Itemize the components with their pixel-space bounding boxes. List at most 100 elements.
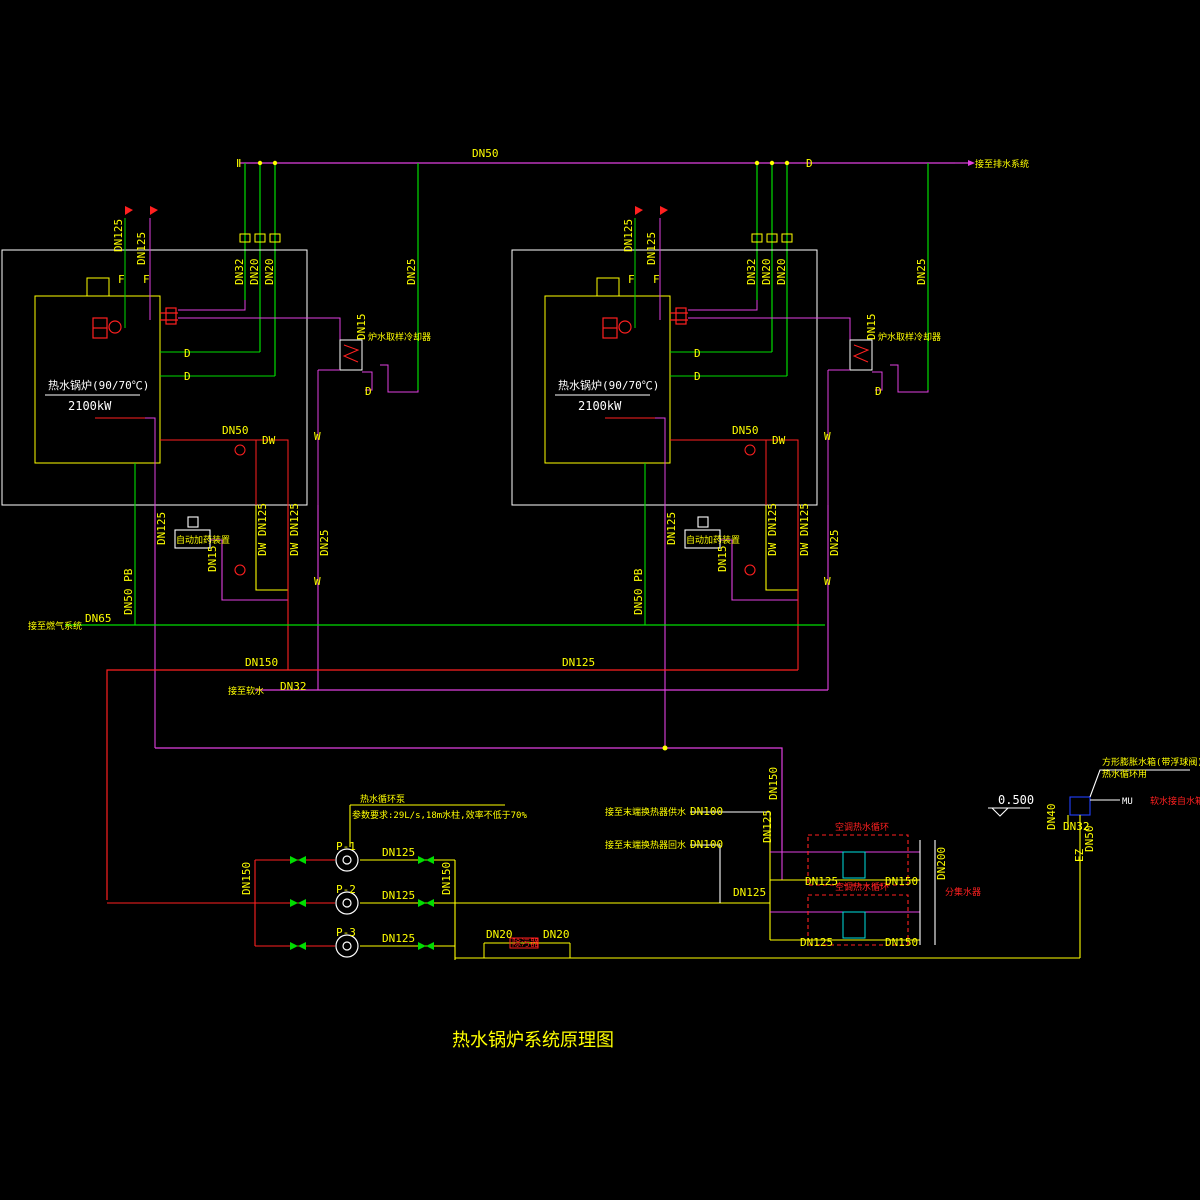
left-below-w: W <box>314 575 321 588</box>
junction-dot <box>662 745 668 751</box>
tank-mu: MU <box>1122 797 1133 807</box>
left-dn20-a: DN20 <box>248 259 261 286</box>
pumps-title: 热水循环泵 <box>360 793 405 805</box>
hx-dn150-vert: DN150 <box>767 767 780 800</box>
tank-dn40: DN40 <box>1045 804 1058 831</box>
boiler-schematic-drawing: DN50 D 接至排水系统 Ⅱ 热水锅炉(90/70℃) 2100kW DN12… <box>0 0 1200 1200</box>
hx-dn100-b: DN100 <box>690 838 723 851</box>
right-f-b: F <box>653 273 660 286</box>
hx-dn125-a: DN125 <box>805 875 838 888</box>
tank-label-a: 方形膨胀水箱(带浮球阀) <box>1102 756 1200 768</box>
right-dn50-pb: DN50 PB <box>632 568 645 615</box>
hx-return-label: 接至末端换热器回水 <box>605 839 686 851</box>
left-dn25: DN25 <box>405 259 418 286</box>
to-drain-label: 接至排水系统 <box>975 158 1029 170</box>
hx-dn125-b: DN125 <box>800 936 833 949</box>
left-d1: D <box>184 347 191 360</box>
hx-dn150-a: DN150 <box>885 875 918 888</box>
right-d2: D <box>694 370 701 383</box>
hx-collector: 分集水器 <box>945 886 981 898</box>
hx-supply-label: 接至末端换热器供水 <box>605 806 686 818</box>
right-below-dn25: DN25 <box>828 530 841 557</box>
left-f-a: F <box>118 273 125 286</box>
pump-dn125-b: DN125 <box>382 889 415 902</box>
right-d3: D <box>875 385 882 398</box>
right-dn32: DN32 <box>745 259 758 286</box>
bypass-dn20-b: DN20 <box>543 928 570 941</box>
tank-dn50: DN50 <box>1083 826 1096 853</box>
header-dn150: DN150 <box>245 656 278 669</box>
pump-dn150-left: DN150 <box>240 862 253 895</box>
hx-dn150-b: DN150 <box>885 936 918 949</box>
left-w: W <box>314 430 321 443</box>
hx-dn200: DN200 <box>935 847 948 880</box>
right-dn125-b: DN125 <box>645 232 658 265</box>
right-f-a: F <box>628 273 635 286</box>
right-cooler-dn15: DN15 <box>865 314 878 341</box>
right-dn125-a: DN125 <box>622 219 635 252</box>
right-dn50: DN50 <box>732 424 759 437</box>
pump-dn150-right: DN150 <box>440 862 453 895</box>
pump-p2: P-2 <box>336 883 356 896</box>
hx-dn125-mid: DN125 <box>733 886 766 899</box>
left-dn125-a: DN125 <box>112 219 125 252</box>
softwater-dn: DN32 <box>280 680 307 693</box>
right-doser: 自动加药装置 <box>686 534 740 546</box>
left-dn50-pb: DN50 PB <box>122 568 135 615</box>
right-dn20-a: DN20 <box>760 259 773 286</box>
left-dn125-b: DN125 <box>135 232 148 265</box>
hx2-label: 空调热水循环 <box>835 881 889 893</box>
right-below-dn125: DN125 <box>665 512 678 545</box>
left-dw: DW <box>262 434 276 447</box>
left-dw-dn125-a: DW DN125 <box>256 503 269 556</box>
left-below-dn25: DN25 <box>318 530 331 557</box>
right-dw: DW <box>772 434 786 447</box>
left-below-dn15: DN15 <box>206 546 219 573</box>
gas-label: 接至燃气系统 <box>28 620 82 632</box>
tank-ez: EZ <box>1073 848 1086 862</box>
pump-p1: P-1 <box>336 840 356 853</box>
left-d3: D <box>365 385 372 398</box>
right-below-w: W <box>824 575 831 588</box>
boiler-right-power: 2100kW <box>578 399 622 413</box>
boiler-left-power: 2100kW <box>68 399 112 413</box>
left-doser: 自动加药装置 <box>176 534 230 546</box>
gas-dn: DN65 <box>85 612 112 625</box>
pumps-spec: 参数要求:29L/s,18m水柱,效率不低于70% <box>352 809 527 821</box>
left-dw-dn125-b: DW DN125 <box>288 503 301 556</box>
left-f-b: F <box>143 273 150 286</box>
boiler-right-name: 热水锅炉(90/70℃) <box>558 379 659 392</box>
hx-dn125-vert: DN125 <box>761 810 774 843</box>
left-d2: D <box>184 370 191 383</box>
right-d1: D <box>694 347 701 360</box>
right-dw-dn125-b: DW DN125 <box>798 503 811 556</box>
right-dw-dn125-a: DW DN125 <box>766 503 779 556</box>
left-below-dn125: DN125 <box>155 512 168 545</box>
boiler-left-name: 热水锅炉(90/70℃) <box>48 379 149 392</box>
softwater-label: 接至软水 <box>228 685 264 697</box>
top-d-mark: D <box>806 157 813 170</box>
header-dn125: DN125 <box>562 656 595 669</box>
left-cooler-dn15: DN15 <box>355 314 368 341</box>
right-below-dn15: DN15 <box>716 546 729 573</box>
pump-dn125-a: DN125 <box>382 846 415 859</box>
tank-softwater: 软水接自水箱 <box>1150 795 1200 807</box>
right-dn20-b: DN20 <box>775 259 788 286</box>
tank-label-b: 热水循环用 <box>1102 768 1147 780</box>
top-left-mark: Ⅱ <box>236 157 241 170</box>
left-cooler-name: 炉水取样冷却器 <box>368 331 431 343</box>
pump-dn125-c: DN125 <box>382 932 415 945</box>
right-w: W <box>824 430 831 443</box>
tank-level: 0.500 <box>998 793 1034 807</box>
right-cooler-name: 炉水取样冷却器 <box>878 331 941 343</box>
bypass-dn20-a: DN20 <box>486 928 513 941</box>
top-main-dn: DN50 <box>472 147 499 160</box>
hx-dn100-a: DN100 <box>690 805 723 818</box>
bypass-device: 除污器 <box>512 937 539 949</box>
pump-p3: P-3 <box>336 926 356 939</box>
right-dn25: DN25 <box>915 259 928 286</box>
left-dn20-b: DN20 <box>263 259 276 286</box>
drawing-title: 热水锅炉系统原理图 <box>452 1030 614 1051</box>
left-dn50: DN50 <box>222 424 249 437</box>
left-dn32: DN32 <box>233 259 246 286</box>
